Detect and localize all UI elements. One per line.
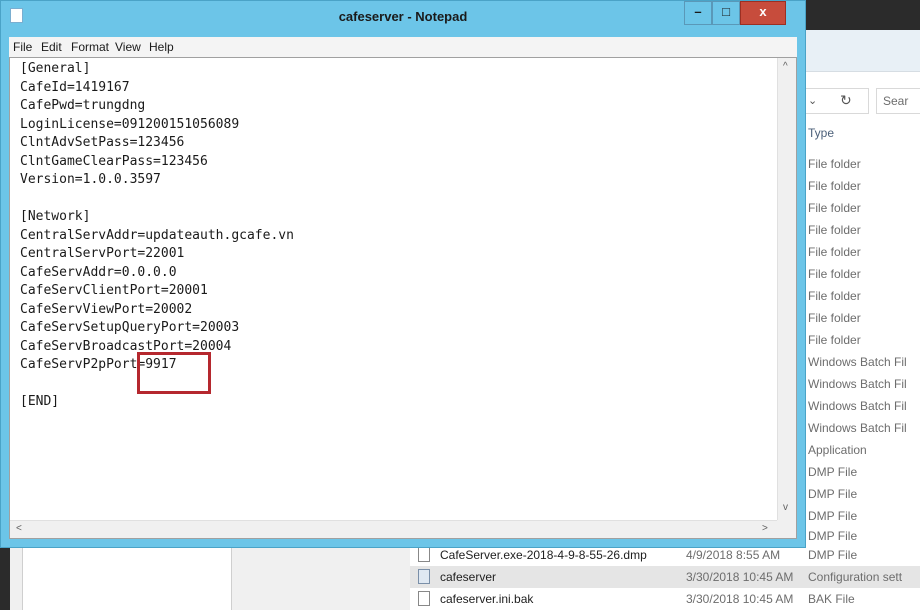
- text-line: CafeId=1419167: [20, 79, 130, 95]
- text-line: CafeServBroadcastPort=20004: [20, 338, 232, 354]
- file-type-cell: DMP File: [808, 509, 858, 523]
- title-bar[interactable]: cafeserver - Notepad – □ x: [1, 1, 805, 33]
- column-header-type[interactable]: Type: [808, 126, 834, 140]
- minimize-icon: –: [694, 4, 702, 19]
- menu-format[interactable]: Format: [71, 40, 109, 54]
- file-type-cell: File folder: [808, 289, 861, 303]
- file-icon: [418, 547, 430, 562]
- text-line: [Network]: [20, 209, 91, 224]
- file-name: cafeserver: [440, 570, 497, 584]
- text-line: CentralServPort=22001: [20, 246, 185, 261]
- refresh-icon[interactable]: ↻: [840, 92, 852, 109]
- text-line: Version=1.0.0.3597: [20, 172, 161, 187]
- chevron-down-icon[interactable]: ⌄: [808, 94, 817, 107]
- file-type-cell: DMP File: [808, 487, 858, 501]
- explorer-ribbon: [790, 30, 920, 72]
- folder-tree[interactable]: [22, 548, 232, 610]
- file-date: 3/30/2018 10:45 AM: [686, 592, 794, 606]
- text-line: ClntAdvSetPass=123456: [20, 135, 185, 150]
- text-line: CafeServSetupQueryPort=20003: [20, 320, 240, 335]
- maximize-button[interactable]: □: [712, 1, 740, 25]
- menu-bar: File Edit Format View Help: [9, 37, 797, 57]
- menu-view[interactable]: View: [115, 40, 141, 54]
- text-editor[interactable]: [General] CafeId=1419167 CafePwd=trungdn…: [9, 57, 797, 539]
- file-type-cell: Application: [808, 443, 867, 457]
- settings-file-icon: [418, 569, 430, 584]
- text-line: CafeServAddr=0.0.0.0: [20, 264, 177, 280]
- explorer-titlebar: [790, 0, 920, 30]
- notepad-window: cafeserver - Notepad – □ x File Edit For…: [0, 0, 806, 548]
- text-line: ClntGameClearPass=123456: [20, 153, 208, 169]
- scroll-right-icon[interactable]: >: [762, 523, 768, 534]
- editor-content[interactable]: [General] CafeId=1419167 CafePwd=trungdn…: [20, 60, 780, 412]
- file-name: CafeServer.exe-2018-4-9-8-55-26.dmp: [440, 548, 647, 562]
- file-type-cell: File folder: [808, 223, 861, 237]
- file-date: 4/9/2018 8:55 AM: [686, 548, 781, 562]
- menu-file[interactable]: File: [13, 40, 32, 54]
- file-type-cell: File folder: [808, 311, 861, 325]
- file-row[interactable]: cafeserver 3/30/2018 10:45 AM Configurat…: [410, 566, 920, 588]
- file-date: 3/30/2018 10:45 AM: [686, 570, 794, 584]
- vertical-scrollbar[interactable]: ^ v: [777, 58, 796, 520]
- text-line: LoginLicense=091200151056089: [20, 116, 240, 132]
- menu-help[interactable]: Help: [149, 40, 174, 54]
- scroll-left-icon[interactable]: <: [16, 523, 22, 534]
- highlight-annotation-box: [137, 352, 211, 394]
- address-controls: ⌄ ↻: [799, 88, 869, 114]
- text-line: CafeServClientPort=20001: [20, 283, 208, 298]
- file-type-cell: File folder: [808, 245, 861, 259]
- file-row[interactable]: cafeserver.ini.bak 3/30/2018 10:45 AM BA…: [410, 588, 920, 610]
- file-type-cell: File folder: [808, 333, 861, 347]
- minimize-button[interactable]: –: [684, 1, 712, 25]
- file-type-cell: Windows Batch Fil: [808, 377, 907, 391]
- horizontal-scrollbar[interactable]: < >: [10, 520, 777, 538]
- text-line: CafeServP2pPort=9917: [20, 357, 177, 372]
- close-button[interactable]: x: [740, 1, 786, 25]
- file-icon: [418, 591, 430, 606]
- file-type: BAK File: [808, 592, 855, 606]
- file-type-cell: Windows Batch Fil: [808, 421, 907, 435]
- file-type: DMP File: [808, 548, 858, 562]
- file-type: Configuration sett: [808, 570, 903, 584]
- scroll-down-icon[interactable]: v: [783, 502, 788, 513]
- resize-grip[interactable]: [777, 520, 796, 538]
- navigation-pane: [0, 548, 410, 610]
- text-line: CentralServAddr=updateauth.gcafe.vn: [20, 227, 294, 243]
- text-line: [END]: [20, 394, 60, 409]
- text-line: CafePwd=trungdng: [20, 98, 146, 113]
- text-line: [20, 375, 780, 394]
- file-type-cell: File folder: [808, 157, 861, 171]
- file-type-cell: DMP File: [808, 529, 858, 543]
- maximize-icon: □: [722, 4, 730, 19]
- desktop-edge: [0, 548, 10, 610]
- menu-edit[interactable]: Edit: [41, 40, 62, 54]
- file-type-cell: File folder: [808, 267, 861, 281]
- file-type-cell: File folder: [808, 179, 861, 193]
- file-type-cell: File folder: [808, 201, 861, 215]
- file-name: cafeserver.ini.bak: [440, 592, 534, 606]
- text-line: [20, 190, 780, 209]
- file-type-cell: Windows Batch Fil: [808, 355, 907, 369]
- scroll-up-icon[interactable]: ^: [783, 61, 788, 72]
- file-type-cell: Windows Batch Fil: [808, 399, 907, 413]
- close-icon: x: [759, 4, 767, 19]
- file-type-cell: DMP File: [808, 465, 858, 479]
- text-line: [General]: [20, 61, 91, 76]
- text-line: CafeServViewPort=20002: [20, 301, 193, 317]
- search-input[interactable]: Sear: [876, 88, 920, 114]
